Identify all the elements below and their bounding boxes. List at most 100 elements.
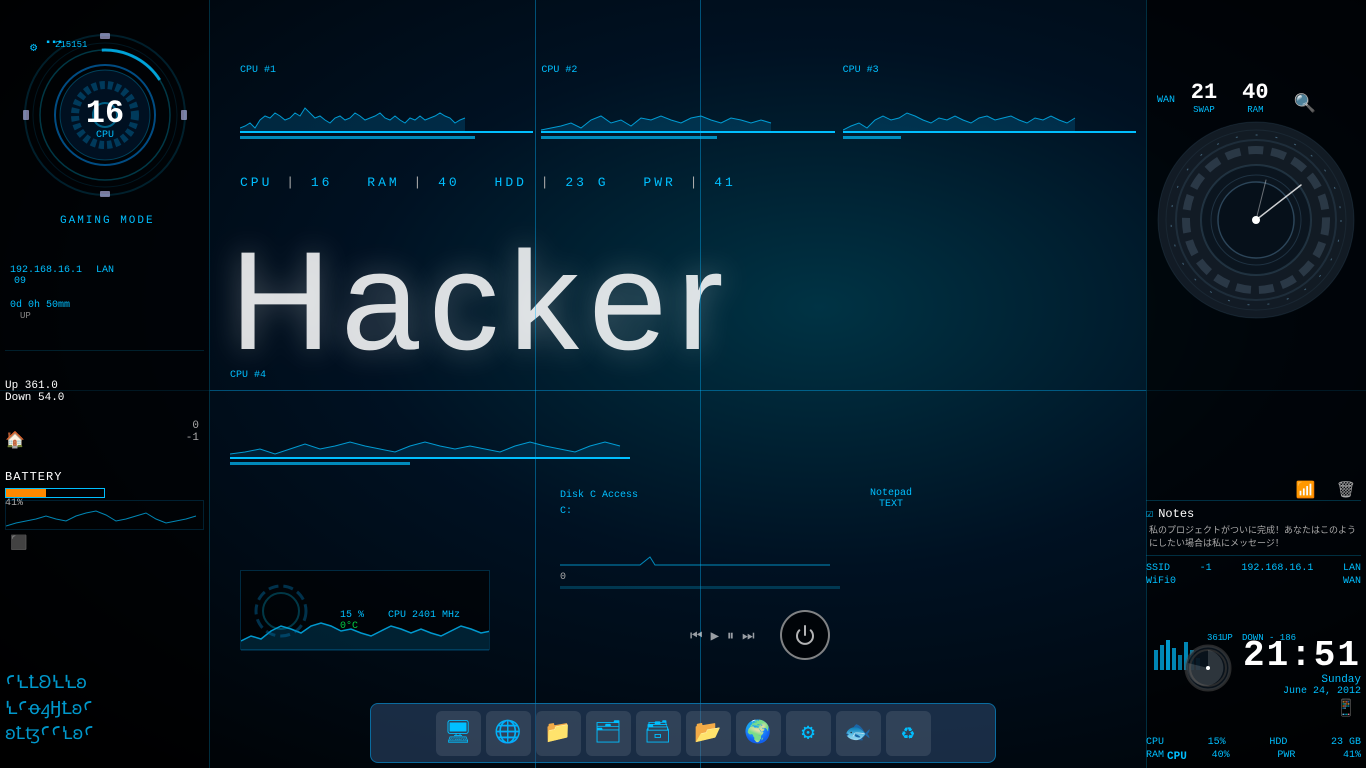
- signal-icon: ▪▪▪: [45, 38, 63, 49]
- bs-hdd-label: HDD: [1269, 737, 1287, 748]
- wifi-ip: 192.168.16.1: [1241, 563, 1313, 574]
- notepad-sub: TEXT: [870, 499, 912, 510]
- ram-value: 40: [1242, 80, 1268, 105]
- cpu-center-display: 16 CPU: [86, 98, 124, 141]
- battery-label: BATTERY: [5, 470, 105, 484]
- lan-id: 09: [14, 276, 26, 287]
- stats-pwr-val: 41: [714, 175, 736, 190]
- right-panel: WAN 21 SWAP 40 RAM 🔍: [1146, 0, 1366, 768]
- mini-cpu-pct: 15 %: [340, 610, 364, 621]
- ram-label-top: RAM: [1242, 105, 1268, 115]
- left-panel: 16 CPU 215151 ⚙ ▪▪▪ GAMING MODE 192.168.…: [0, 0, 210, 768]
- taskbar-icon-1[interactable]: 🌐: [486, 711, 531, 756]
- taskbar-icon-8[interactable]: 🐟: [836, 711, 881, 756]
- net-up-label: Up 361.0: [5, 380, 64, 392]
- mini-cpu-freq: CPU 2401 MHz: [388, 610, 460, 621]
- clock-area: 21:51 Sunday June 24, 2012: [1183, 638, 1361, 697]
- cpu1-graph: [240, 78, 533, 133]
- bs-cpu-pct: 15%: [1208, 737, 1226, 748]
- notes-check-icon: ☑: [1146, 506, 1153, 521]
- lan-ip: 192.168.16.1: [10, 265, 82, 276]
- settings-icon[interactable]: ⚙: [30, 40, 37, 55]
- taskbar-icon-0[interactable]: 🖥: [436, 711, 481, 756]
- lan-info: 192.168.16.1 LAN 09: [10, 265, 114, 287]
- cpu-bottom-label: CPU: [1167, 751, 1187, 763]
- network-stats: Up 361.0 Down 54.0: [5, 380, 64, 404]
- media-play-btn[interactable]: ▶: [711, 628, 719, 645]
- cpu1-label: CPU #1: [240, 65, 533, 76]
- left-panel-icon[interactable]: ⬛: [10, 535, 27, 552]
- stats-ram-label: RAM: [367, 175, 399, 190]
- media-prev-btn[interactable]: ⏮: [690, 629, 703, 645]
- stats-cpu-val: 16: [311, 175, 333, 190]
- clock-date: June 24, 2012: [1243, 686, 1361, 697]
- media-next-btn[interactable]: ⏭: [742, 629, 755, 645]
- stats-bar: CPU | 16 RAM | 40 HDD | 23 G PWR | 41: [240, 175, 1136, 190]
- media-controls: ⏮ ▶ ⏸ ⏭: [690, 628, 755, 645]
- big-gauge: [1156, 120, 1356, 320]
- taskbar-icon-4[interactable]: 🗃: [636, 711, 681, 756]
- net-numbers: 0 -1: [186, 420, 199, 444]
- stats-hdd-label: HDD: [495, 175, 527, 190]
- media-pause-btn[interactable]: ⏸: [727, 629, 734, 645]
- clock-text: 21:51 Sunday June 24, 2012: [1243, 638, 1361, 697]
- power-button[interactable]: [780, 610, 830, 660]
- wifi-wan-val: WAN: [1343, 576, 1361, 587]
- ssid-dash: -1: [1200, 563, 1212, 574]
- taskbar-icon-9[interactable]: ♻: [886, 711, 931, 756]
- notes-header: ☑ Notes: [1146, 501, 1361, 521]
- disk-graph: [560, 527, 840, 567]
- net-num-neg1: -1: [186, 432, 199, 444]
- stats-cpu-label: CPU: [240, 175, 272, 190]
- bottom-right-icons: 📶 🗑: [1296, 480, 1356, 500]
- search-icon[interactable]: 🔍: [1294, 93, 1316, 115]
- stats-pwr-label: PWR: [643, 175, 675, 190]
- notes-title: Notes: [1158, 507, 1194, 521]
- wifi-icon[interactable]: 📶: [1296, 480, 1316, 500]
- lan-label: LAN: [96, 265, 114, 276]
- taskbar-icon-2[interactable]: 📁: [536, 711, 581, 756]
- cpu2-label: CPU #2: [541, 65, 834, 76]
- battery-percent: 41%: [5, 498, 105, 509]
- cpu2-graph-block: CPU #2: [541, 65, 834, 160]
- disk-progress-bar: [560, 586, 840, 589]
- net-num-0: 0: [186, 420, 199, 432]
- alien-text: ꜤꝆꝈꞜꝆꝆꞝ ꝆꜤꝋꜭꜦꝈꞝꜤ ꞝꝈꜩꜤꜤꝆꞝꜤ: [5, 672, 94, 748]
- stats-cpu-row: CPU 15% HDD 23 GB: [1146, 737, 1361, 748]
- gaming-mode-label: GAMING MODE: [60, 215, 155, 227]
- wifi-row: WiFi 0 WAN: [1146, 576, 1361, 587]
- stats-hdd-val: 23 G: [565, 175, 608, 190]
- stats-ram-val: 40: [438, 175, 460, 190]
- power-button-area: [780, 610, 830, 660]
- taskbar: 🖥 🌐 📁 🗂 🗃 📂 🌍 ⚙ 🐟 ♻: [370, 703, 996, 763]
- taskbar-icon-3[interactable]: 🗂: [586, 711, 631, 756]
- uptime-status: UP: [20, 311, 31, 321]
- cpu2-graph: [541, 78, 834, 133]
- taskbar-icon-7[interactable]: ⚙: [786, 711, 831, 756]
- taskbar-icon-6[interactable]: 🌍: [736, 711, 781, 756]
- swap-label: SWAP: [1191, 105, 1217, 115]
- trash-icon[interactable]: 🗑: [1336, 480, 1356, 500]
- mini-cpu-temp: 0°C: [340, 621, 358, 632]
- notepad-title: Notepad: [870, 488, 912, 499]
- bs-ram-label: RAM: [1146, 750, 1164, 761]
- clock-time: 21:51: [1243, 638, 1361, 674]
- cpu4-bar: [230, 462, 410, 465]
- cpu2-bar: [541, 136, 717, 139]
- wifi-section: SSID -1 192.168.16.1 LAN WiFi 0 WAN: [1146, 555, 1361, 589]
- ram-display: 40 RAM: [1242, 80, 1268, 115]
- cpu3-graph: [843, 78, 1136, 133]
- home-icon[interactable]: 🏠: [5, 430, 25, 450]
- ssid-label: SSID: [1146, 563, 1170, 574]
- mini-cpu-info: 15 % CPU 2401 MHz 0°C: [340, 610, 460, 632]
- phone-icon: 📱: [1336, 698, 1356, 718]
- cpu-gauge: 16 CPU 215151 ⚙ ▪▪▪: [20, 30, 190, 200]
- net-down-label: Down 54.0: [5, 392, 64, 404]
- bs-pwr-val: 41%: [1343, 750, 1361, 761]
- disk-num-0: 0: [560, 572, 840, 583]
- uptime-display: 0d 0h 50mm UP: [10, 300, 70, 322]
- clock-circle-icon: [1183, 643, 1233, 693]
- wan-label: WAN: [1157, 95, 1175, 106]
- cpu4-label: CPU #4: [230, 370, 630, 381]
- taskbar-icon-5[interactable]: 📂: [686, 711, 731, 756]
